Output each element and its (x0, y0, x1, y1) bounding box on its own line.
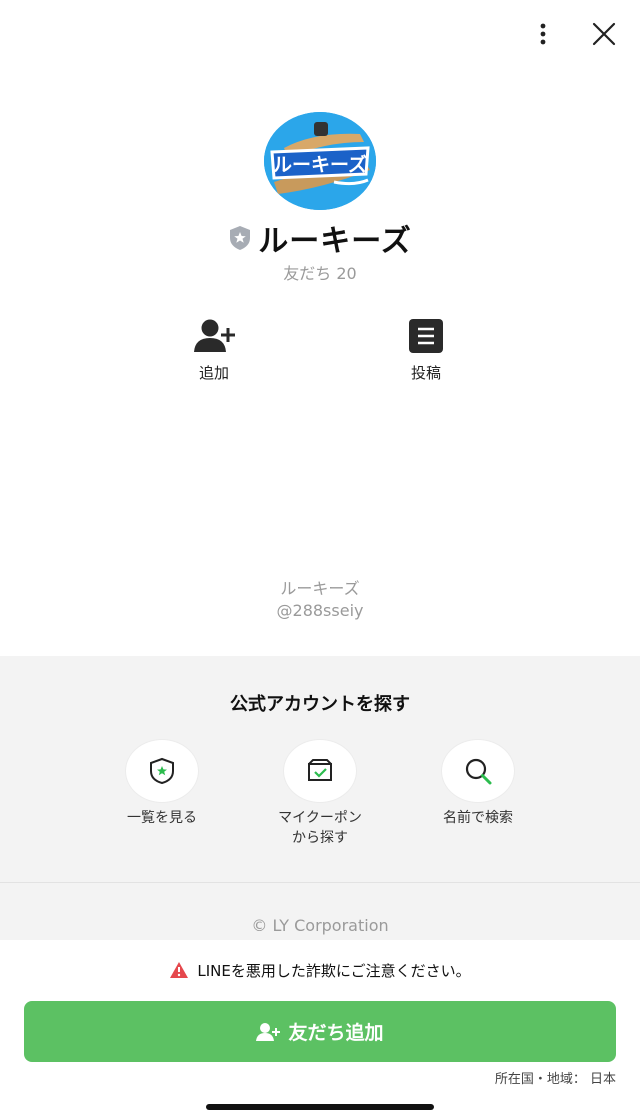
add-person-icon (256, 1022, 281, 1041)
posts-action-button[interactable]: 投稿 (376, 318, 476, 383)
search-by-name-button[interactable] (442, 740, 514, 802)
search-by-name-label: 名前で検索 (443, 810, 513, 826)
copyright-text: © LY Corporation (251, 916, 389, 935)
account-avatar: ルーキーズ (264, 112, 376, 210)
boat-logo-image: ルーキーズ (264, 112, 376, 210)
more-vertical-icon (540, 23, 546, 45)
browse-list-button[interactable] (126, 740, 198, 802)
home-indicator[interactable] (206, 1104, 434, 1110)
add-action-button[interactable]: 追加 (164, 318, 264, 383)
posts-icon (409, 319, 443, 353)
add-friend-button[interactable]: 友だち追加 (24, 1001, 616, 1062)
posts-label: 投稿 (410, 364, 441, 382)
my-coupon-label: マイクーポン から探す (278, 810, 362, 846)
close-button[interactable] (588, 18, 620, 50)
search-icon (465, 758, 492, 785)
add-label: 追加 (198, 364, 229, 382)
more-options-button[interactable] (528, 18, 558, 50)
find-section-title: 公式アカウントを探す (230, 694, 410, 715)
friends-count: 友だち 20 (283, 264, 357, 283)
add-person-icon (194, 319, 235, 352)
account-display-name: ルーキーズ (280, 579, 360, 598)
close-icon (592, 22, 616, 46)
fraud-warning[interactable]: LINEを悪用した詐欺にご注意ください。 (0, 958, 640, 982)
account-id: @288sseiy (276, 601, 364, 620)
shield-star-icon (150, 757, 174, 785)
browse-list-label: 一覧を見る (127, 810, 197, 826)
account-name: ルーキーズ (258, 224, 412, 259)
coupon-icon (308, 759, 332, 781)
region-text: 所在国・地域： 日本 (494, 1072, 616, 1087)
my-coupon-button[interactable] (284, 740, 356, 802)
warning-icon (170, 962, 189, 978)
warning-text: LINEを悪用した詐欺にご注意ください。 (197, 961, 471, 980)
verified-shield-icon (230, 226, 251, 250)
account-name-row: ルーキーズ (0, 218, 640, 259)
add-friend-label: 友だち追加 (288, 1022, 384, 1044)
logo-text: ルーキーズ (273, 153, 367, 176)
